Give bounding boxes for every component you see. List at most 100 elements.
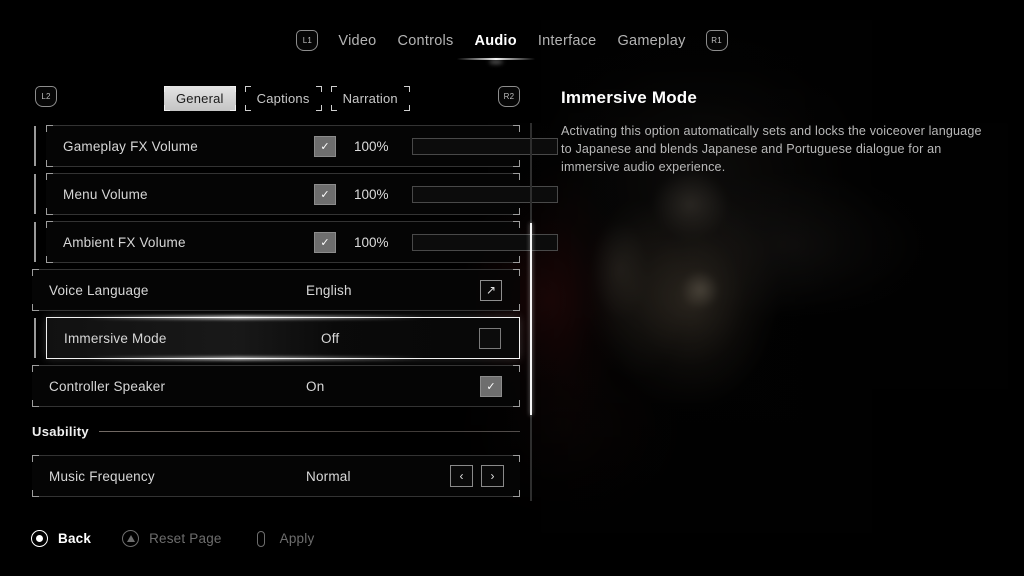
setting-row-wrapper: Gameplay FX Volume ✓ 100% <box>0 122 558 170</box>
subtab-label: Narration <box>342 91 398 106</box>
volume-slider[interactable] <box>412 233 558 251</box>
footer-action-apply[interactable]: Apply <box>252 529 315 548</box>
bracket-corner <box>315 86 322 92</box>
footer-action-bar: Back Reset Page Apply <box>30 529 314 548</box>
bracket-corner <box>513 455 520 462</box>
stepper-group: ‹ › <box>450 465 504 487</box>
immersive-mode-checkbox[interactable] <box>479 327 501 349</box>
settings-scrollbar-track[interactable] <box>530 123 532 501</box>
volume-percent-value: 100% <box>354 186 389 202</box>
setting-label: Controller Speaker <box>49 378 166 394</box>
row-selection-tick <box>34 174 36 214</box>
bracket-corner <box>32 455 39 462</box>
bracket-corner <box>46 125 53 132</box>
bracket-corner <box>513 400 520 407</box>
setting-row-voice-language[interactable]: Voice Language English ↗ <box>32 269 520 311</box>
bracket-corner <box>164 105 170 111</box>
section-header-wrapper: Usability <box>0 410 534 452</box>
setting-label: Immersive Mode <box>64 330 167 346</box>
tab-gameplay[interactable]: Gameplay <box>616 31 686 51</box>
r1-shoulder-button-icon[interactable]: R1 <box>705 30 728 51</box>
bracket-corner <box>513 221 520 228</box>
description-title: Immersive Mode <box>561 88 698 107</box>
bracket-corner <box>403 105 410 111</box>
subtab-general[interactable]: General <box>164 86 236 111</box>
footer-action-back[interactable]: Back <box>30 529 91 548</box>
bracket-corner <box>513 269 520 276</box>
bracket-corner <box>164 86 170 92</box>
bracket-corner <box>32 400 39 407</box>
subtab-narration[interactable]: Narration <box>330 86 410 111</box>
bracket-corner <box>32 269 39 276</box>
volume-slider[interactable] <box>412 185 558 203</box>
setting-label: Menu Volume <box>63 186 148 202</box>
setting-value: Off <box>321 330 340 346</box>
bracket-corner <box>330 86 337 92</box>
bracket-corner <box>513 125 520 132</box>
setting-row-wrapper: Immersive Mode Off <box>0 314 534 362</box>
setting-row-ambient-fx-volume[interactable]: Ambient FX Volume ✓ 100% <box>46 221 558 263</box>
bracket-corner <box>513 365 520 372</box>
footer-action-label: Apply <box>279 531 315 546</box>
setting-value: English <box>306 282 352 298</box>
footer-action-reset-page[interactable]: Reset Page <box>121 529 222 548</box>
setting-row-wrapper: Controller Speaker On ✓ <box>0 362 534 410</box>
section-header-usability: Usability <box>32 420 520 442</box>
l1-shoulder-button-icon[interactable]: L1 <box>296 30 319 51</box>
subtab-captions[interactable]: Captions <box>244 86 322 111</box>
volume-percent-value: 100% <box>354 234 389 250</box>
setting-row-menu-volume[interactable]: Menu Volume ✓ 100% <box>46 173 558 215</box>
row-selection-tick <box>34 126 36 166</box>
bracket-corner <box>513 160 520 167</box>
setting-row-wrapper: Menu Volume ✓ 100% <box>0 170 558 218</box>
bracket-corner <box>513 304 520 311</box>
top-navigation-bar: L1 Video Controls Audio Interface Gamepl… <box>0 30 1024 51</box>
open-submenu-arrow-icon[interactable]: ↗ <box>480 279 502 301</box>
bracket-corner <box>513 490 520 497</box>
circle-button-icon <box>30 529 49 548</box>
setting-row-controller-speaker[interactable]: Controller Speaker On ✓ <box>32 365 520 407</box>
section-divider <box>98 430 520 432</box>
bracket-corner <box>46 256 53 263</box>
tab-audio[interactable]: Audio <box>473 31 517 51</box>
settings-list: Gameplay FX Volume ✓ 100% Menu Volume ✓ … <box>0 122 558 504</box>
l2-shoulder-button-icon[interactable]: L2 <box>35 86 57 107</box>
footer-action-label: Reset Page <box>149 531 222 546</box>
bracket-corner <box>513 173 520 180</box>
stepper-next-icon[interactable]: › <box>481 465 504 487</box>
setting-row-wrapper: Voice Language English ↗ <box>0 266 534 314</box>
setting-label: Ambient FX Volume <box>63 234 186 250</box>
setting-row-music-frequency[interactable]: Music Frequency Normal ‹ › <box>32 455 520 497</box>
bracket-corner <box>46 221 53 228</box>
volume-enable-checkbox[interactable]: ✓ <box>314 183 336 205</box>
triangle-button-icon <box>121 529 140 548</box>
volume-percent-value: 100% <box>354 138 389 154</box>
bracket-corner <box>46 160 53 167</box>
setting-value: Normal <box>306 468 351 484</box>
controller-speaker-checkbox[interactable]: ✓ <box>480 375 502 397</box>
volume-slider[interactable] <box>412 137 558 155</box>
bracket-corner <box>403 86 410 92</box>
r2-shoulder-button-icon[interactable]: R2 <box>498 86 520 107</box>
description-body: Activating this option automatically set… <box>561 124 982 174</box>
setting-row-immersive-mode[interactable]: Immersive Mode Off <box>46 317 520 359</box>
stepper-previous-icon[interactable]: ‹ <box>450 465 473 487</box>
setting-row-gameplay-fx-volume[interactable]: Gameplay FX Volume ✓ 100% <box>46 125 558 167</box>
subtab-label: Captions <box>256 91 310 106</box>
description-panel: Immersive Mode Activating this option au… <box>561 88 985 176</box>
setting-row-wrapper: Ambient FX Volume ✓ 100% <box>0 218 558 266</box>
tab-interface[interactable]: Interface <box>537 31 598 51</box>
section-title: Usability <box>32 423 89 439</box>
setting-value: On <box>306 378 325 394</box>
bracket-corner <box>32 365 39 372</box>
bracket-corner <box>32 304 39 311</box>
setting-label: Voice Language <box>49 282 149 298</box>
bracket-corner <box>244 105 251 111</box>
sub-tab-group: General Captions Narration <box>164 86 410 111</box>
setting-label: Music Frequency <box>49 468 155 484</box>
volume-enable-checkbox[interactable]: ✓ <box>314 231 336 253</box>
settings-scrollbar-thumb[interactable] <box>530 223 532 415</box>
tab-video[interactable]: Video <box>337 31 377 51</box>
volume-enable-checkbox[interactable]: ✓ <box>314 135 336 157</box>
tab-controls[interactable]: Controls <box>396 31 454 51</box>
